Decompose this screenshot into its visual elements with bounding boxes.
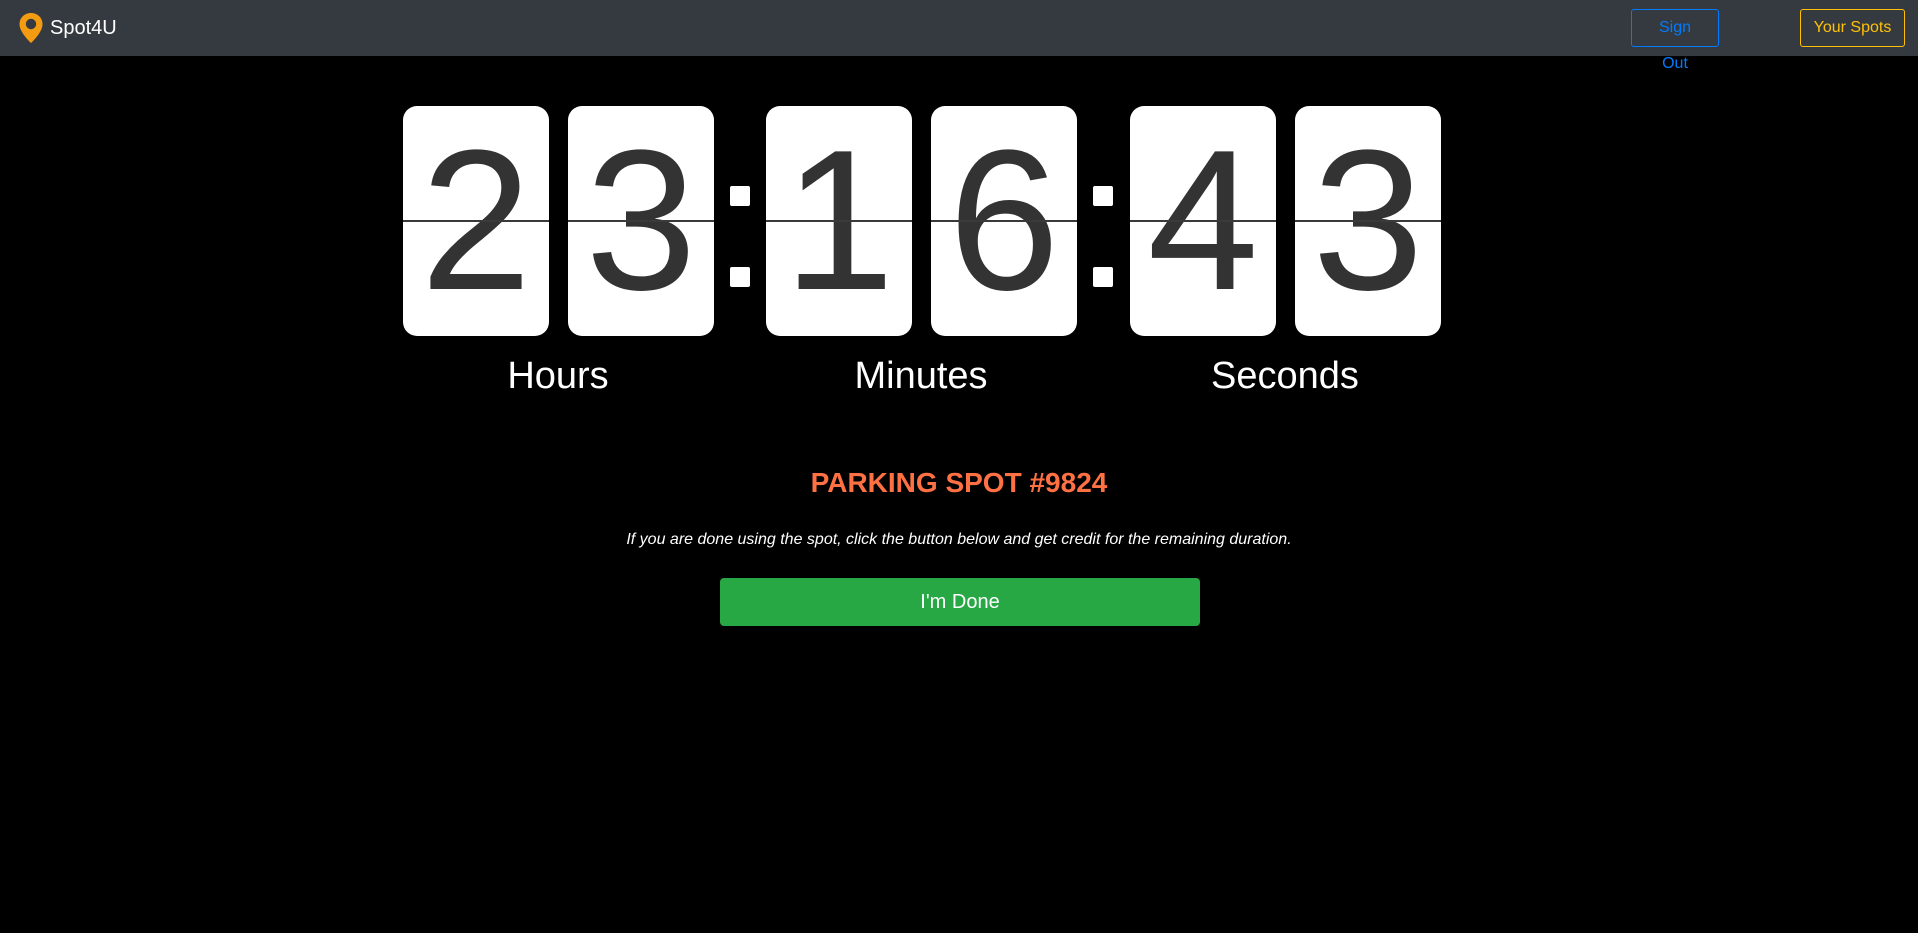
card-divider bbox=[403, 220, 549, 222]
seconds-label: Seconds bbox=[1211, 355, 1359, 397]
parking-spot-title: PARKING SPOT #9824 bbox=[810, 467, 1108, 498]
navbar: Spot4U Sign Out Your Spots bbox=[0, 0, 1918, 72]
brand-name: Spot4U bbox=[50, 17, 117, 39]
colon-dot bbox=[730, 186, 750, 206]
card-divider bbox=[1130, 220, 1276, 222]
card-divider bbox=[1295, 220, 1441, 222]
seconds-ones-card: 3 bbox=[1295, 106, 1441, 336]
colon-separator bbox=[1093, 106, 1113, 336]
card-divider bbox=[931, 220, 1077, 222]
colon-dot bbox=[1093, 267, 1113, 287]
hours-ones-card: 3 bbox=[568, 106, 714, 336]
your-spots-button[interactable]: Your Spots bbox=[1800, 9, 1905, 47]
hours-tens-card: 2 bbox=[403, 106, 549, 336]
colon-dot bbox=[1093, 186, 1113, 206]
colon-dot bbox=[730, 267, 750, 287]
hours-label: Hours bbox=[507, 355, 609, 397]
brand-link[interactable]: Spot4U bbox=[18, 12, 117, 44]
colon-separator bbox=[730, 106, 750, 336]
sign-out-button[interactable]: Sign Out bbox=[1631, 9, 1719, 72]
done-instructions: If you are done using the spot, click th… bbox=[626, 531, 1292, 548]
minutes-label: Minutes bbox=[854, 355, 988, 397]
countdown-timer: 2 3 1 6 4 3 bbox=[0, 106, 1918, 336]
card-divider bbox=[568, 220, 714, 222]
card-divider bbox=[766, 220, 912, 222]
seconds-tens-card: 4 bbox=[1130, 106, 1276, 336]
minutes-tens-card: 1 bbox=[766, 106, 912, 336]
minutes-ones-card: 6 bbox=[931, 106, 1077, 336]
map-pin-icon bbox=[19, 13, 43, 43]
im-done-button[interactable]: I'm Done bbox=[720, 578, 1200, 626]
